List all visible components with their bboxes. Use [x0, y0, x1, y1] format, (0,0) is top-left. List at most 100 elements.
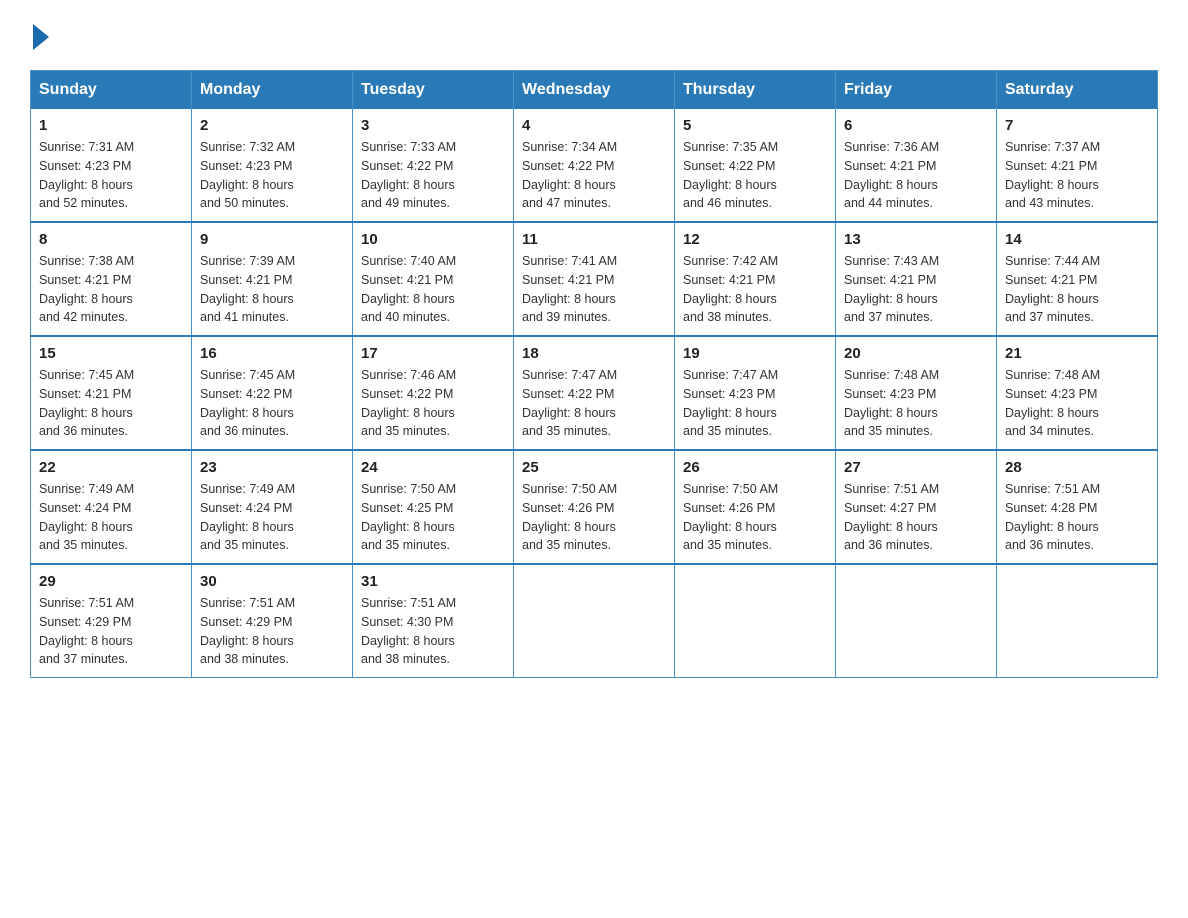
week-row-4: 22 Sunrise: 7:49 AMSunset: 4:24 PMDaylig… [31, 450, 1158, 564]
week-row-3: 15 Sunrise: 7:45 AMSunset: 4:21 PMDaylig… [31, 336, 1158, 450]
day-info: Sunrise: 7:47 AMSunset: 4:22 PMDaylight:… [522, 368, 617, 438]
day-number: 5 [683, 117, 827, 134]
day-number: 27 [844, 459, 988, 476]
day-number: 9 [200, 231, 344, 248]
weekday-header-sunday: Sunday [31, 71, 192, 110]
calendar-cell: 20 Sunrise: 7:48 AMSunset: 4:23 PMDaylig… [836, 336, 997, 450]
weekday-header-row: SundayMondayTuesdayWednesdayThursdayFrid… [31, 71, 1158, 110]
week-row-5: 29 Sunrise: 7:51 AMSunset: 4:29 PMDaylig… [31, 564, 1158, 678]
day-number: 31 [361, 573, 505, 590]
calendar-cell: 8 Sunrise: 7:38 AMSunset: 4:21 PMDayligh… [31, 222, 192, 336]
day-info: Sunrise: 7:49 AMSunset: 4:24 PMDaylight:… [39, 482, 134, 552]
day-info: Sunrise: 7:49 AMSunset: 4:24 PMDaylight:… [200, 482, 295, 552]
calendar-cell: 28 Sunrise: 7:51 AMSunset: 4:28 PMDaylig… [997, 450, 1158, 564]
calendar-cell: 30 Sunrise: 7:51 AMSunset: 4:29 PMDaylig… [192, 564, 353, 678]
calendar-cell: 1 Sunrise: 7:31 AMSunset: 4:23 PMDayligh… [31, 109, 192, 222]
day-number: 12 [683, 231, 827, 248]
day-info: Sunrise: 7:33 AMSunset: 4:22 PMDaylight:… [361, 140, 456, 210]
calendar-cell: 27 Sunrise: 7:51 AMSunset: 4:27 PMDaylig… [836, 450, 997, 564]
day-number: 14 [1005, 231, 1149, 248]
day-number: 23 [200, 459, 344, 476]
logo-line1 [30, 20, 49, 50]
day-info: Sunrise: 7:44 AMSunset: 4:21 PMDaylight:… [1005, 254, 1100, 324]
day-info: Sunrise: 7:40 AMSunset: 4:21 PMDaylight:… [361, 254, 456, 324]
calendar-cell: 7 Sunrise: 7:37 AMSunset: 4:21 PMDayligh… [997, 109, 1158, 222]
day-number: 8 [39, 231, 183, 248]
day-number: 18 [522, 345, 666, 362]
weekday-header-thursday: Thursday [675, 71, 836, 110]
week-row-2: 8 Sunrise: 7:38 AMSunset: 4:21 PMDayligh… [31, 222, 1158, 336]
day-info: Sunrise: 7:48 AMSunset: 4:23 PMDaylight:… [844, 368, 939, 438]
day-number: 24 [361, 459, 505, 476]
day-info: Sunrise: 7:50 AMSunset: 4:26 PMDaylight:… [522, 482, 617, 552]
day-number: 15 [39, 345, 183, 362]
calendar-cell: 2 Sunrise: 7:32 AMSunset: 4:23 PMDayligh… [192, 109, 353, 222]
day-info: Sunrise: 7:51 AMSunset: 4:29 PMDaylight:… [39, 596, 134, 666]
day-info: Sunrise: 7:36 AMSunset: 4:21 PMDaylight:… [844, 140, 939, 210]
logo [30, 20, 49, 50]
day-info: Sunrise: 7:38 AMSunset: 4:21 PMDaylight:… [39, 254, 134, 324]
day-info: Sunrise: 7:46 AMSunset: 4:22 PMDaylight:… [361, 368, 456, 438]
day-info: Sunrise: 7:45 AMSunset: 4:21 PMDaylight:… [39, 368, 134, 438]
day-number: 2 [200, 117, 344, 134]
day-number: 16 [200, 345, 344, 362]
calendar-cell: 5 Sunrise: 7:35 AMSunset: 4:22 PMDayligh… [675, 109, 836, 222]
day-info: Sunrise: 7:37 AMSunset: 4:21 PMDaylight:… [1005, 140, 1100, 210]
calendar-cell [514, 564, 675, 678]
day-info: Sunrise: 7:47 AMSunset: 4:23 PMDaylight:… [683, 368, 778, 438]
day-info: Sunrise: 7:34 AMSunset: 4:22 PMDaylight:… [522, 140, 617, 210]
day-info: Sunrise: 7:41 AMSunset: 4:21 PMDaylight:… [522, 254, 617, 324]
weekday-header-saturday: Saturday [997, 71, 1158, 110]
calendar-cell: 18 Sunrise: 7:47 AMSunset: 4:22 PMDaylig… [514, 336, 675, 450]
calendar-cell: 12 Sunrise: 7:42 AMSunset: 4:21 PMDaylig… [675, 222, 836, 336]
day-info: Sunrise: 7:45 AMSunset: 4:22 PMDaylight:… [200, 368, 295, 438]
logo-arrow-icon [33, 24, 49, 50]
calendar-cell: 9 Sunrise: 7:39 AMSunset: 4:21 PMDayligh… [192, 222, 353, 336]
day-number: 6 [844, 117, 988, 134]
day-info: Sunrise: 7:42 AMSunset: 4:21 PMDaylight:… [683, 254, 778, 324]
day-number: 17 [361, 345, 505, 362]
calendar-cell: 11 Sunrise: 7:41 AMSunset: 4:21 PMDaylig… [514, 222, 675, 336]
calendar-cell [675, 564, 836, 678]
day-info: Sunrise: 7:35 AMSunset: 4:22 PMDaylight:… [683, 140, 778, 210]
day-info: Sunrise: 7:50 AMSunset: 4:25 PMDaylight:… [361, 482, 456, 552]
day-number: 21 [1005, 345, 1149, 362]
day-number: 22 [39, 459, 183, 476]
weekday-header-wednesday: Wednesday [514, 71, 675, 110]
page-header [30, 20, 1158, 50]
calendar-cell: 16 Sunrise: 7:45 AMSunset: 4:22 PMDaylig… [192, 336, 353, 450]
calendar-cell: 24 Sunrise: 7:50 AMSunset: 4:25 PMDaylig… [353, 450, 514, 564]
week-row-1: 1 Sunrise: 7:31 AMSunset: 4:23 PMDayligh… [31, 109, 1158, 222]
day-info: Sunrise: 7:48 AMSunset: 4:23 PMDaylight:… [1005, 368, 1100, 438]
calendar-cell: 31 Sunrise: 7:51 AMSunset: 4:30 PMDaylig… [353, 564, 514, 678]
calendar-table: SundayMondayTuesdayWednesdayThursdayFrid… [30, 70, 1158, 678]
day-info: Sunrise: 7:51 AMSunset: 4:28 PMDaylight:… [1005, 482, 1100, 552]
day-info: Sunrise: 7:51 AMSunset: 4:29 PMDaylight:… [200, 596, 295, 666]
day-info: Sunrise: 7:51 AMSunset: 4:30 PMDaylight:… [361, 596, 456, 666]
day-number: 11 [522, 231, 666, 248]
calendar-cell: 13 Sunrise: 7:43 AMSunset: 4:21 PMDaylig… [836, 222, 997, 336]
day-number: 13 [844, 231, 988, 248]
calendar-cell [997, 564, 1158, 678]
day-number: 25 [522, 459, 666, 476]
day-info: Sunrise: 7:32 AMSunset: 4:23 PMDaylight:… [200, 140, 295, 210]
day-number: 19 [683, 345, 827, 362]
day-number: 10 [361, 231, 505, 248]
day-info: Sunrise: 7:43 AMSunset: 4:21 PMDaylight:… [844, 254, 939, 324]
calendar-cell: 21 Sunrise: 7:48 AMSunset: 4:23 PMDaylig… [997, 336, 1158, 450]
calendar-cell: 15 Sunrise: 7:45 AMSunset: 4:21 PMDaylig… [31, 336, 192, 450]
day-info: Sunrise: 7:31 AMSunset: 4:23 PMDaylight:… [39, 140, 134, 210]
calendar-cell: 6 Sunrise: 7:36 AMSunset: 4:21 PMDayligh… [836, 109, 997, 222]
calendar-cell: 29 Sunrise: 7:51 AMSunset: 4:29 PMDaylig… [31, 564, 192, 678]
calendar-cell: 17 Sunrise: 7:46 AMSunset: 4:22 PMDaylig… [353, 336, 514, 450]
day-number: 4 [522, 117, 666, 134]
day-number: 3 [361, 117, 505, 134]
day-number: 1 [39, 117, 183, 134]
day-number: 7 [1005, 117, 1149, 134]
day-info: Sunrise: 7:50 AMSunset: 4:26 PMDaylight:… [683, 482, 778, 552]
weekday-header-tuesday: Tuesday [353, 71, 514, 110]
calendar-cell [836, 564, 997, 678]
day-info: Sunrise: 7:51 AMSunset: 4:27 PMDaylight:… [844, 482, 939, 552]
day-number: 20 [844, 345, 988, 362]
calendar-cell: 14 Sunrise: 7:44 AMSunset: 4:21 PMDaylig… [997, 222, 1158, 336]
